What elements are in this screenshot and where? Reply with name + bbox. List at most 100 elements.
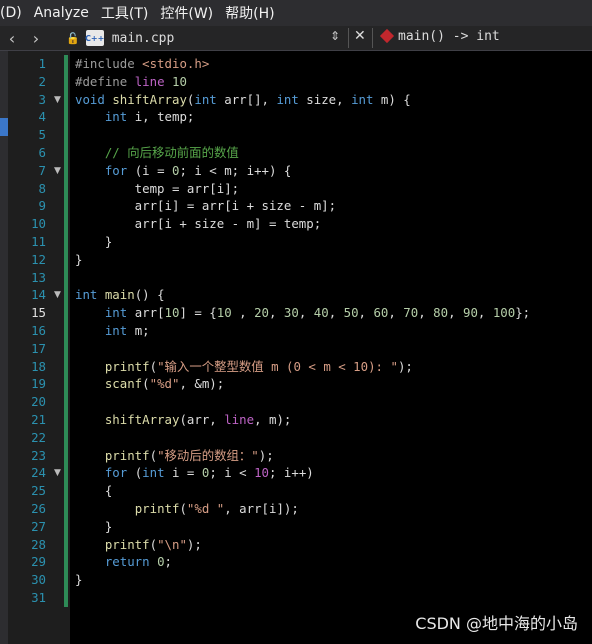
nav-forward-button[interactable]: ›: [24, 29, 48, 48]
code-line[interactable]: printf("移动后的数组：");: [75, 447, 274, 465]
code-token: <stdio.h>: [142, 56, 210, 71]
code-token: , &m);: [179, 376, 225, 392]
code-token: );: [186, 536, 202, 552]
change-marker: [64, 393, 68, 412]
change-marker: [64, 268, 68, 287]
change-marker: [64, 197, 68, 216]
code-line[interactable]: for (int i = 0; i < 10; i++): [75, 464, 314, 482]
code-token: arr[i + size - m] = temp;: [75, 216, 322, 232]
code-token: shiftArray: [104, 412, 180, 427]
fold-toggle-icon[interactable]: ▼: [54, 464, 61, 482]
code-token: 20: [254, 305, 269, 321]
menu-item-help[interactable]: 帮助(H): [225, 3, 280, 23]
code-token: 0: [157, 554, 165, 570]
code-token: ,: [231, 305, 255, 321]
code-token: );: [397, 358, 413, 374]
line-number: 26: [31, 501, 46, 516]
line-number: 6: [38, 145, 46, 160]
change-marker: [64, 446, 68, 465]
line-number: 3: [38, 91, 46, 107]
code-line[interactable]: shiftArray(arr, line, m);: [75, 411, 292, 429]
code-token: "\n": [157, 536, 187, 552]
code-token: return: [104, 554, 158, 570]
fold-toggle-icon[interactable]: ▼: [54, 91, 61, 109]
code-line[interactable]: for (i = 0; i < m; i++) {: [75, 162, 292, 180]
code-token: size,: [306, 91, 352, 107]
menu-item-analyze[interactable]: Analyze: [34, 5, 95, 21]
fold-toggle-icon[interactable]: ▼: [54, 162, 61, 180]
code-token: line: [224, 412, 255, 427]
code-line[interactable]: printf("\n");: [75, 536, 202, 554]
code-token: 10: [254, 465, 269, 481]
code-token: int: [104, 305, 135, 321]
code-line[interactable]: arr[i] = arr[i + size - m];: [75, 197, 336, 215]
code-line[interactable]: void shiftArray(int arr[], int size, int…: [75, 91, 411, 109]
code-line[interactable]: }: [75, 518, 112, 536]
code-token: arr[i] = arr[i + size - m];: [75, 198, 337, 214]
code-line[interactable]: arr[i + size - m] = temp;: [75, 215, 322, 233]
code-token: void: [75, 91, 113, 107]
file-dropdown-icon[interactable]: ⇕: [330, 29, 340, 43]
menu-item-tools[interactable]: 工具(T): [101, 3, 154, 23]
fold-toggle-icon[interactable]: ▼: [54, 286, 61, 304]
code-token: (: [179, 501, 187, 516]
code-line[interactable]: #include <stdio.h>: [75, 55, 209, 73]
change-marker: [64, 90, 68, 109]
code-line[interactable]: #define line 10: [75, 73, 187, 91]
code-line[interactable]: int main() {: [75, 286, 165, 304]
code-token: int: [142, 465, 172, 481]
code-token: (: [149, 447, 158, 463]
menu-item-controls[interactable]: 控件(W): [160, 3, 219, 23]
line-number: 30: [31, 572, 46, 588]
change-marker: [64, 179, 68, 198]
change-marker: [64, 144, 68, 162]
change-marker: [64, 233, 68, 251]
code-token: ] = {: [179, 305, 217, 321]
code-token: ,: [298, 305, 314, 321]
code-line[interactable]: }: [75, 233, 112, 251]
code-token: ,: [388, 305, 404, 321]
code-line[interactable]: }: [75, 571, 82, 589]
tab-filename[interactable]: main.cpp: [112, 31, 175, 46]
line-number: 12: [31, 251, 46, 267]
code-token: int: [351, 91, 381, 107]
change-marker: [64, 339, 68, 358]
watermark: CSDN @地中海的小岛: [415, 614, 578, 633]
code-line[interactable]: // 向后移动前面的数值: [75, 144, 239, 162]
code-line[interactable]: int m;: [75, 322, 150, 340]
close-tab-icon[interactable]: ✕: [354, 28, 366, 44]
code-line[interactable]: scanf("%d", &m);: [75, 375, 224, 393]
code-token: ,: [269, 305, 284, 321]
code-token: (arr,: [179, 412, 225, 427]
code-line[interactable]: return 0;: [75, 553, 172, 571]
code-line[interactable]: }: [75, 251, 82, 269]
code-token: scanf: [104, 376, 143, 392]
change-marker: [64, 250, 68, 269]
code-token: };: [515, 305, 531, 321]
nav-back-button[interactable]: ‹: [0, 29, 24, 48]
line-number: 10: [31, 216, 46, 232]
code-line[interactable]: printf("%d ", arr[i]);: [75, 500, 299, 518]
code-token: , arr[i]);: [224, 501, 299, 516]
code-line[interactable]: int arr[10] = {10 , 20, 30, 40, 50, 60, …: [75, 304, 530, 322]
code-line[interactable]: printf("输入一个整型数值 m (0 < m < 10): ");: [75, 358, 413, 376]
code-token: printf: [104, 447, 150, 463]
function-navigator[interactable]: main() -> int: [398, 29, 500, 44]
pin-icon[interactable]: 🔓: [66, 32, 80, 45]
code-line[interactable]: {: [75, 482, 112, 500]
code-token: int: [75, 287, 105, 303]
code-token: "输入一个整型数值 m (0 < m < 10): ": [157, 358, 398, 374]
code-token: "%d ": [186, 501, 225, 516]
change-marker: [64, 517, 68, 536]
code-line[interactable]: temp = arr[i];: [75, 180, 239, 198]
code-line[interactable]: int i, temp;: [75, 108, 195, 126]
code-editor[interactable]: #include <stdio.h> #define line 10 void sh…: [70, 51, 592, 644]
line-number: 31: [31, 590, 46, 605]
menu-item-debug[interactable]: (D): [0, 5, 28, 21]
